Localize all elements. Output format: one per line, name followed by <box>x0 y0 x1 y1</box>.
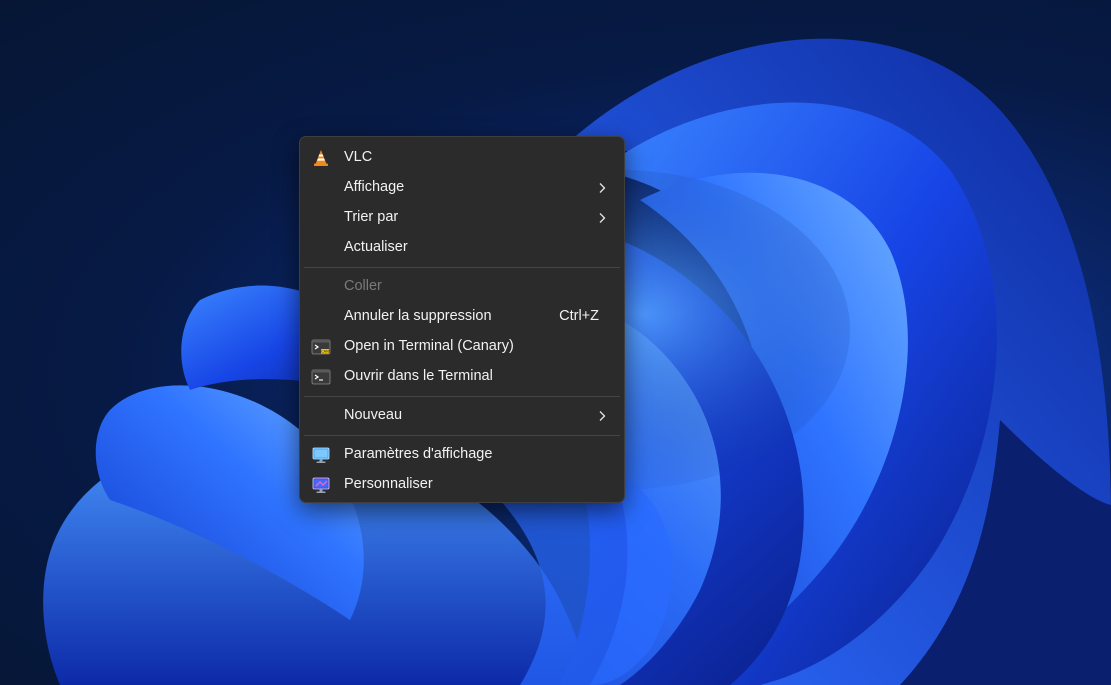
vlc-cone-icon <box>314 150 328 166</box>
menu-item-nouveau[interactable]: Nouveau <box>304 401 620 431</box>
terminal-icon <box>311 369 331 385</box>
menu-item-coller: Coller <box>304 272 620 302</box>
menu-item-actualiser[interactable]: Actualiser <box>304 233 620 263</box>
menu-item-label: Ouvrir dans le Terminal <box>344 368 493 384</box>
svg-text:CAN: CAN <box>321 350 329 354</box>
menu-item-label: VLC <box>344 149 373 165</box>
menu-separator <box>304 267 620 268</box>
menu-item-label: Paramètres d'affichage <box>344 446 493 462</box>
desktop[interactable]: VLC Affichage Trier par Actualiser Colle… <box>0 0 1111 685</box>
personalize-icon <box>312 477 330 493</box>
menu-item-label: Actualiser <box>344 239 408 255</box>
chevron-right-icon <box>599 411 606 421</box>
menu-item-label: Affichage <box>344 179 405 195</box>
menu-item-label: Annuler la suppression <box>344 308 492 324</box>
menu-item-label: Trier par <box>344 209 399 225</box>
menu-item-label: Coller <box>344 278 382 294</box>
menu-separator <box>304 435 620 436</box>
menu-item-trier-par[interactable]: Trier par <box>304 203 620 233</box>
desktop-context-menu: VLC Affichage Trier par Actualiser Colle… <box>299 136 625 503</box>
menu-item-personnaliser[interactable]: Personnaliser <box>304 470 620 500</box>
menu-item-open-terminal-canary[interactable]: CAN Open in Terminal (Canary) <box>304 332 620 362</box>
menu-item-annuler-suppression[interactable]: Annuler la suppression Ctrl+Z <box>304 302 620 332</box>
menu-item-affichage[interactable]: Affichage <box>304 173 620 203</box>
chevron-right-icon <box>599 183 606 193</box>
terminal-canary-icon: CAN <box>311 339 331 355</box>
display-settings-icon <box>312 447 330 463</box>
menu-item-parametres-affichage[interactable]: Paramètres d'affichage <box>304 440 620 470</box>
menu-item-label: Personnaliser <box>344 476 433 492</box>
shortcut-text: Ctrl+Z <box>559 308 599 324</box>
chevron-right-icon <box>599 213 606 223</box>
menu-item-label: Nouveau <box>344 407 403 423</box>
menu-item-ouvrir-terminal[interactable]: Ouvrir dans le Terminal <box>304 362 620 392</box>
menu-item-label: Open in Terminal (Canary) <box>344 338 514 354</box>
menu-item-vlc[interactable]: VLC <box>304 143 620 173</box>
menu-separator <box>304 396 620 397</box>
